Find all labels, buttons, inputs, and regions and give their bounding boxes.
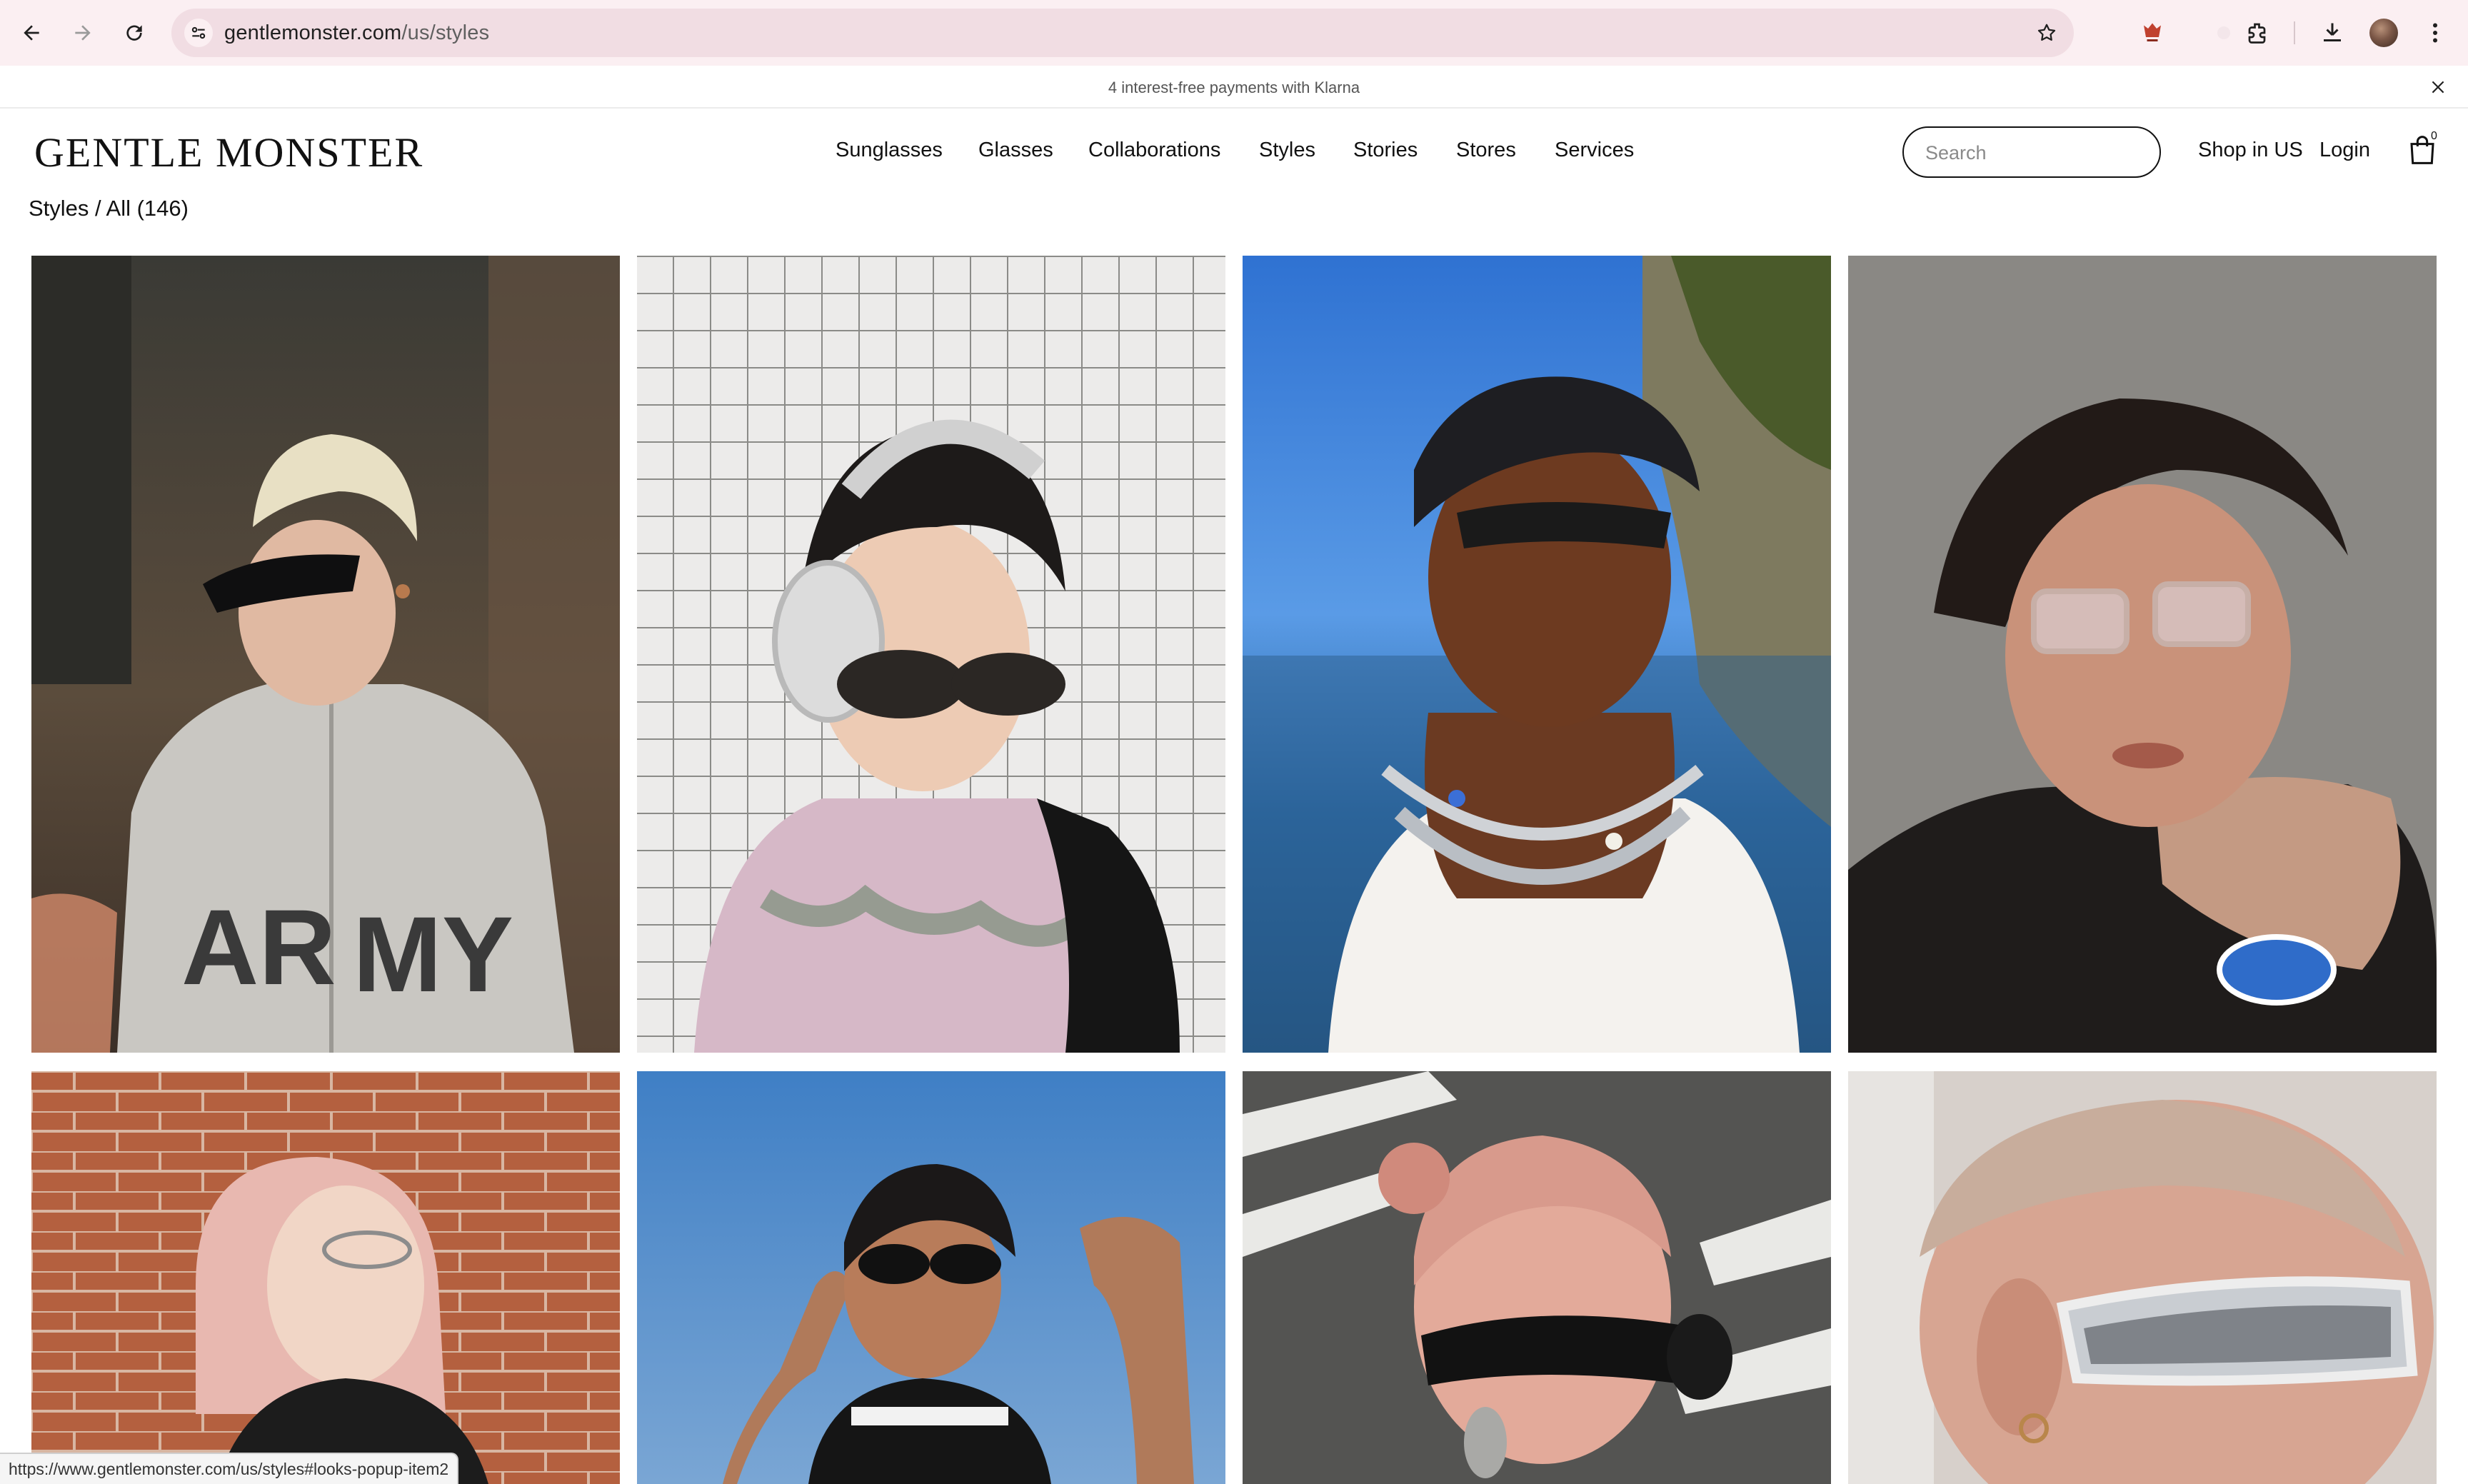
back-arrow-icon[interactable] [13, 14, 50, 51]
photo-illustration [637, 256, 1225, 1053]
svg-text:AR: AR [181, 887, 336, 1007]
more-vert-icon[interactable] [2418, 16, 2452, 50]
search-input[interactable] [1925, 139, 2140, 166]
puzzle-extensions-icon[interactable] [2241, 16, 2275, 50]
style-photo-7[interactable] [1243, 1071, 1831, 1484]
style-photo-2[interactable] [637, 256, 1225, 1053]
url-host: gentlemonster.com [224, 21, 402, 44]
login-link[interactable]: Login [2319, 139, 2370, 162]
breadcrumb: Styles / All (146) [29, 196, 189, 221]
bookmark-star-icon[interactable] [2032, 19, 2061, 47]
nav-glasses[interactable]: Glasses [978, 139, 1053, 162]
extension-icon[interactable] [2135, 16, 2169, 50]
nav-collaborations[interactable]: Collaborations [1088, 139, 1220, 162]
style-photo-3[interactable] [1243, 256, 1831, 1053]
site-settings-icon[interactable] [184, 19, 213, 47]
style-photo-4[interactable] [1848, 256, 2437, 1053]
photo-illustration [1243, 256, 1831, 1053]
browser-toolbar: gentlemonster.com/us/styles [0, 0, 2468, 66]
promo-banner: 4 interest-free payments with Klarna [0, 66, 2468, 109]
promo-text[interactable]: 4 interest-free payments with Klarna [0, 79, 2468, 97]
nav-sunglasses[interactable]: Sunglasses [836, 139, 943, 162]
nav-stories[interactable]: Stories [1353, 139, 1418, 162]
download-icon[interactable] [2315, 16, 2349, 50]
photo-illustration [1243, 1071, 1831, 1478]
ghost-extension-icon[interactable] [2207, 16, 2241, 50]
photo-illustration: AR MY [31, 256, 620, 1053]
reload-icon[interactable] [116, 14, 153, 51]
photo-illustration [1848, 256, 2437, 1053]
nav-styles[interactable]: Styles [1259, 139, 1315, 162]
style-photo-5[interactable] [31, 1071, 620, 1484]
profile-avatar[interactable] [2369, 19, 2398, 47]
nav-services[interactable]: Services [1555, 139, 1634, 162]
site-header: GENTLE MONSTER Sunglasses Glasses Collab… [0, 109, 2468, 194]
bag-count: 0 [2431, 130, 2437, 142]
url-path: /us/styles [401, 21, 490, 44]
address-bar[interactable]: gentlemonster.com/us/styles [171, 9, 2074, 57]
photo-illustration [31, 1071, 620, 1484]
photo-illustration [723, 1164, 1194, 1484]
nav-stores[interactable]: Stores [1456, 139, 1516, 162]
url-text[interactable]: gentlemonster.com/us/styles [224, 21, 489, 45]
photo-illustration [1848, 1071, 2434, 1484]
toolbar-divider [2294, 21, 2295, 44]
svg-text:MY: MY [353, 894, 513, 1014]
shop-in-region-link[interactable]: Shop in US [2198, 139, 2303, 162]
style-photo-1[interactable]: AR MY [31, 256, 620, 1053]
forward-arrow-icon[interactable] [64, 14, 101, 51]
status-bar-url: https://www.gentlemonster.com/us/styles#… [0, 1453, 459, 1484]
search-box[interactable] [1902, 126, 2161, 178]
style-photo-8[interactable] [1848, 1071, 2437, 1484]
style-photo-6[interactable] [637, 1071, 1225, 1484]
close-icon[interactable] [2427, 76, 2449, 99]
